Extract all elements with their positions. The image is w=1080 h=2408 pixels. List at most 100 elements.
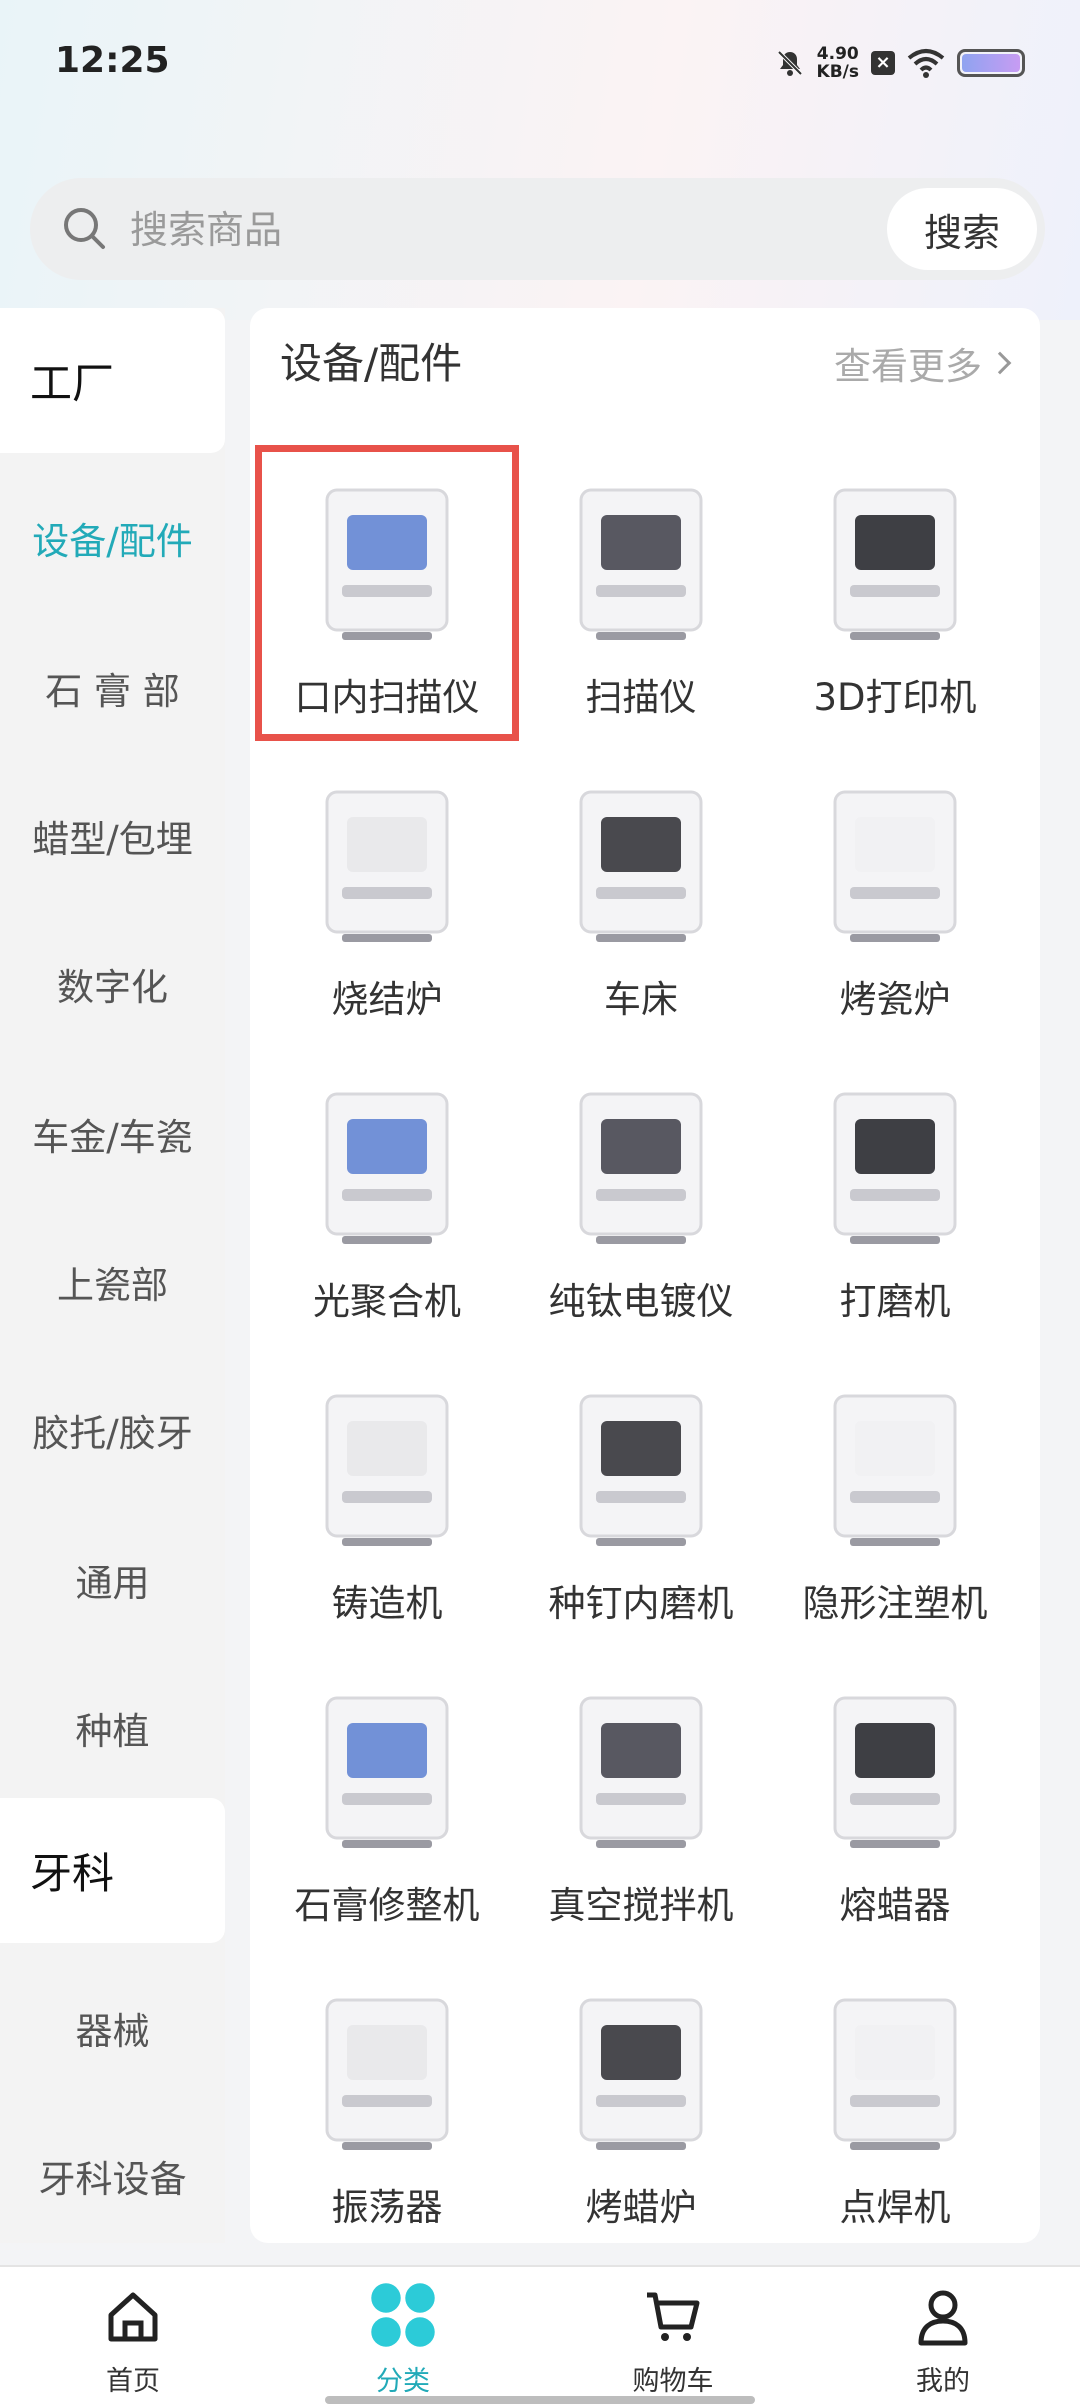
product-item[interactable]: 种钉内磨机 bbox=[512, 1354, 770, 1644]
home-icon bbox=[108, 2292, 158, 2342]
implant-grinder-icon bbox=[579, 1394, 703, 1546]
chevron-right-icon bbox=[988, 351, 1012, 375]
intraoral-scanner-icon bbox=[325, 488, 449, 640]
product-item[interactable]: 光聚合机 bbox=[258, 1052, 516, 1342]
spot-welder-icon bbox=[833, 1998, 957, 2150]
product-label: 烤瓷炉 bbox=[839, 978, 951, 1021]
product-label: 石膏修整机 bbox=[294, 1884, 480, 1927]
nav-category-label: 分类 bbox=[376, 2366, 430, 2397]
nav-home-label: 首页 bbox=[106, 2366, 160, 2397]
product-item[interactable]: 扫描仪 bbox=[512, 448, 770, 738]
vibrator-icon bbox=[325, 1998, 449, 2150]
product-label: 扫描仪 bbox=[585, 676, 697, 719]
product-label: 熔蜡器 bbox=[839, 1884, 951, 1927]
product-label: 纯钛电镀仪 bbox=[548, 1280, 734, 1323]
product-label: 隐形注塑机 bbox=[802, 1582, 988, 1625]
product-label: 3D打印机 bbox=[813, 676, 977, 719]
section-title: 设备/配件 bbox=[280, 339, 463, 388]
product-item[interactable]: 车床 bbox=[512, 750, 770, 1040]
sidebar-item-instruments[interactable]: 器械 bbox=[0, 1978, 225, 2078]
product-panel: 设备/配件 查看更多 口内扫描仪 扫描仪 3D打印机烧结炉 车床 烤瓷炉光聚合机 纯钛电镀… bbox=[250, 308, 1040, 2243]
cart-icon bbox=[647, 2292, 700, 2341]
porcelain-furnace-icon bbox=[833, 790, 957, 942]
casting-machine-icon bbox=[325, 1394, 449, 1546]
search-input[interactable] bbox=[130, 204, 780, 256]
product-item[interactable]: 熔蜡器 bbox=[766, 1656, 1024, 1946]
polishing-motor-icon bbox=[833, 1092, 957, 1244]
category-sidebar: 工厂 设备/配件 石 膏 部 蜡型/包埋 数字化 车金/车瓷 上瓷部 胶托/胶牙… bbox=[0, 308, 225, 2243]
product-label: 种钉内磨机 bbox=[548, 1582, 734, 1625]
sidebar-item-plaster[interactable]: 石 膏 部 bbox=[0, 638, 225, 738]
product-item[interactable]: 石膏修整机 bbox=[258, 1656, 516, 1946]
battery-icon bbox=[957, 49, 1025, 77]
plaster-trimmer-icon bbox=[325, 1696, 449, 1848]
search-button[interactable]: 搜索 bbox=[887, 188, 1037, 270]
product-item[interactable]: 烤蜡炉 bbox=[512, 1958, 770, 2243]
search-icon bbox=[64, 208, 105, 249]
nav-profile[interactable]: 我的 bbox=[843, 2267, 1043, 2408]
scanner-icon bbox=[579, 488, 703, 640]
product-item[interactable]: 烧结炉 bbox=[258, 750, 516, 1040]
product-item[interactable]: 口内扫描仪 bbox=[255, 445, 519, 741]
product-label: 真空搅拌机 bbox=[548, 1884, 734, 1927]
no-sim-icon: × bbox=[871, 51, 895, 75]
product-label: 口内扫描仪 bbox=[294, 676, 480, 719]
product-item[interactable]: 隐形注塑机 bbox=[766, 1354, 1024, 1644]
product-label: 烤蜡炉 bbox=[585, 2186, 697, 2229]
home-indicator bbox=[325, 2396, 755, 2404]
network-speed: 4.90 KB/s bbox=[817, 45, 859, 81]
product-item[interactable]: 烤瓷炉 bbox=[766, 750, 1024, 1040]
product-item[interactable]: 点焊机 bbox=[766, 1958, 1024, 2243]
electroplating-unit-icon bbox=[579, 1092, 703, 1244]
sidebar-group-dental[interactable]: 牙科 bbox=[0, 1798, 225, 1943]
product-item[interactable]: 纯钛电镀仪 bbox=[512, 1052, 770, 1342]
nav-cart-label: 购物车 bbox=[632, 2366, 714, 2397]
network-speed-value: 4.90 bbox=[816, 44, 859, 64]
sidebar-item-denture[interactable]: 胶托/胶牙 bbox=[0, 1380, 225, 1480]
light-curing-unit-icon bbox=[325, 1092, 449, 1244]
product-label: 点焊机 bbox=[839, 2186, 951, 2229]
product-label: 打磨机 bbox=[839, 1280, 951, 1323]
wax-melter-icon bbox=[833, 1696, 957, 1848]
product-label: 车床 bbox=[604, 978, 678, 1021]
sintering-furnace-icon bbox=[325, 790, 449, 942]
status-icons: 4.90 KB/s × bbox=[775, 38, 1025, 88]
nav-profile-label: 我的 bbox=[916, 2366, 970, 2397]
3d-printer-icon bbox=[833, 488, 957, 640]
product-item[interactable]: 真空搅拌机 bbox=[512, 1656, 770, 1946]
nav-category[interactable]: 分类 bbox=[303, 2267, 503, 2408]
category-icon bbox=[371, 2283, 435, 2347]
wifi-icon bbox=[907, 49, 945, 78]
nav-home[interactable]: 首页 bbox=[33, 2267, 233, 2408]
see-more-label: 查看更多 bbox=[834, 345, 982, 388]
sidebar-item-general[interactable]: 通用 bbox=[0, 1530, 225, 1630]
product-item[interactable]: 铸造机 bbox=[258, 1354, 516, 1644]
milling-machine-icon bbox=[579, 790, 703, 942]
product-label: 振荡器 bbox=[331, 2186, 443, 2229]
nav-cart[interactable]: 购物车 bbox=[573, 2267, 773, 2408]
sidebar-item-equipment[interactable]: 设备/配件 bbox=[0, 488, 225, 588]
product-item[interactable]: 振荡器 bbox=[258, 1958, 516, 2243]
sidebar-item-implant[interactable]: 种植 bbox=[0, 1678, 225, 1778]
product-item[interactable]: 3D打印机 bbox=[766, 448, 1024, 738]
status-time: 12:25 bbox=[55, 40, 170, 81]
search-bar[interactable]: 搜索 bbox=[30, 178, 1045, 280]
sidebar-item-wax[interactable]: 蜡型/包埋 bbox=[0, 786, 225, 886]
battery-fill bbox=[962, 54, 1020, 72]
sidebar-item-metal-ceramic[interactable]: 车金/车瓷 bbox=[0, 1084, 225, 1184]
sidebar-item-digital[interactable]: 数字化 bbox=[0, 934, 225, 1034]
mute-bell-icon bbox=[777, 50, 802, 76]
product-item[interactable]: 打磨机 bbox=[766, 1052, 1024, 1342]
sidebar-item-dental-equipment[interactable]: 牙科设备 bbox=[0, 2126, 225, 2226]
product-label: 烧结炉 bbox=[331, 978, 443, 1021]
injection-molder-icon bbox=[833, 1394, 957, 1546]
status-bar: 12:25 4.90 KB/s × bbox=[0, 0, 1080, 130]
see-more-link[interactable]: 查看更多 bbox=[834, 336, 1012, 390]
product-label: 铸造机 bbox=[331, 1582, 443, 1625]
sidebar-group-factory[interactable]: 工厂 bbox=[0, 308, 225, 453]
profile-icon bbox=[918, 2290, 968, 2346]
sidebar-item-porcelain[interactable]: 上瓷部 bbox=[0, 1232, 225, 1332]
vacuum-mixer-icon bbox=[579, 1696, 703, 1848]
burnout-furnace-icon bbox=[579, 1998, 703, 2150]
product-label: 光聚合机 bbox=[313, 1280, 461, 1323]
